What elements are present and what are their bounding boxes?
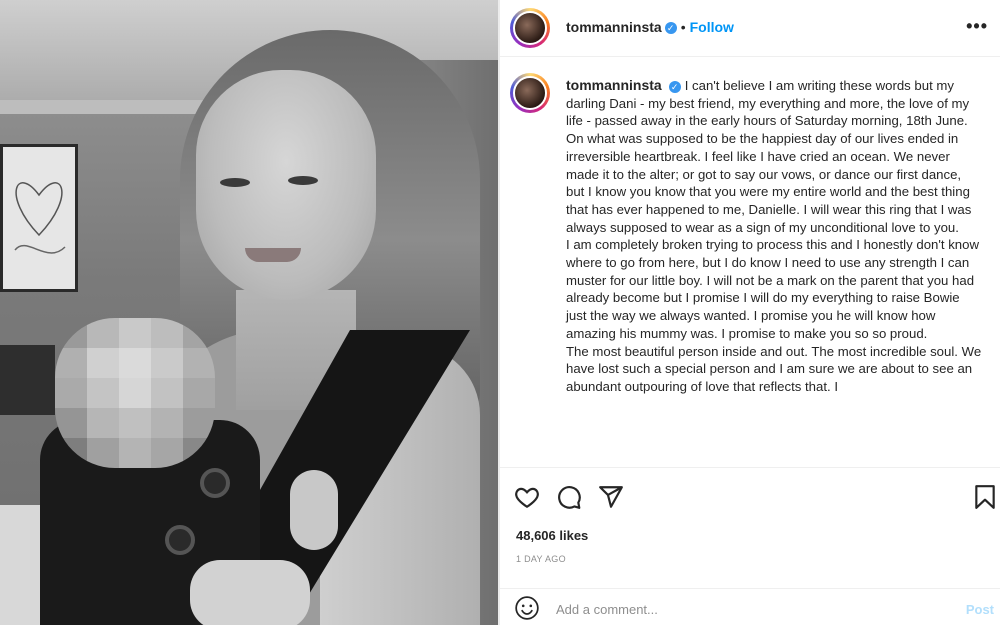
bookmark-icon[interactable] [972,484,998,510]
caption-paragraph: I am completely broken trying to process… [566,237,980,341]
likes-count[interactable]: 48,606 likes [516,528,588,543]
separator-dot: • [680,19,686,35]
eye [288,176,318,185]
caption-paragraph: On what was supposed to be the happiest … [566,131,972,235]
eye [220,178,250,187]
caption-area: tommanninsta ✓ I can't believe I am writin… [500,57,1000,468]
verified-badge-icon: ✓ [668,80,681,93]
caption-username[interactable]: tommanninsta [566,77,662,93]
post-panel: tommanninsta ✓ • Follow ••• tommanninsta ✓ I … [500,0,1000,625]
comment-bar: Post [500,588,1000,626]
action-bar [500,470,1000,520]
caption-paragraph: The most beautiful person inside and out… [566,343,982,394]
caption: tommanninsta ✓ I can't believe I am writin… [566,77,982,396]
verified-badge-icon: ✓ [664,21,677,34]
pixelated-face [55,318,215,468]
headboard [0,345,55,415]
post-comment-button[interactable]: Post [966,602,994,617]
heart-icon[interactable] [514,484,540,510]
avatar[interactable] [510,73,550,113]
avatar[interactable] [510,8,550,48]
wall-art-frame [0,144,78,292]
smile [245,248,301,262]
more-options-icon[interactable]: ••• [966,16,988,37]
post-header: tommanninsta ✓ • Follow ••• [500,0,1000,57]
username[interactable]: tommanninsta [566,19,662,35]
baby-arm [190,560,310,625]
paper-plane-icon[interactable] [598,484,624,510]
buckle [165,525,195,555]
post-photo[interactable] [0,0,498,625]
comment-input[interactable] [554,595,938,623]
comment-icon[interactable] [556,484,582,510]
emoji-icon[interactable] [514,595,540,621]
baby-hand [290,470,338,550]
follow-button[interactable]: Follow [690,19,734,35]
buckle [200,468,230,498]
timestamp[interactable]: 1 DAY AGO [516,554,566,564]
